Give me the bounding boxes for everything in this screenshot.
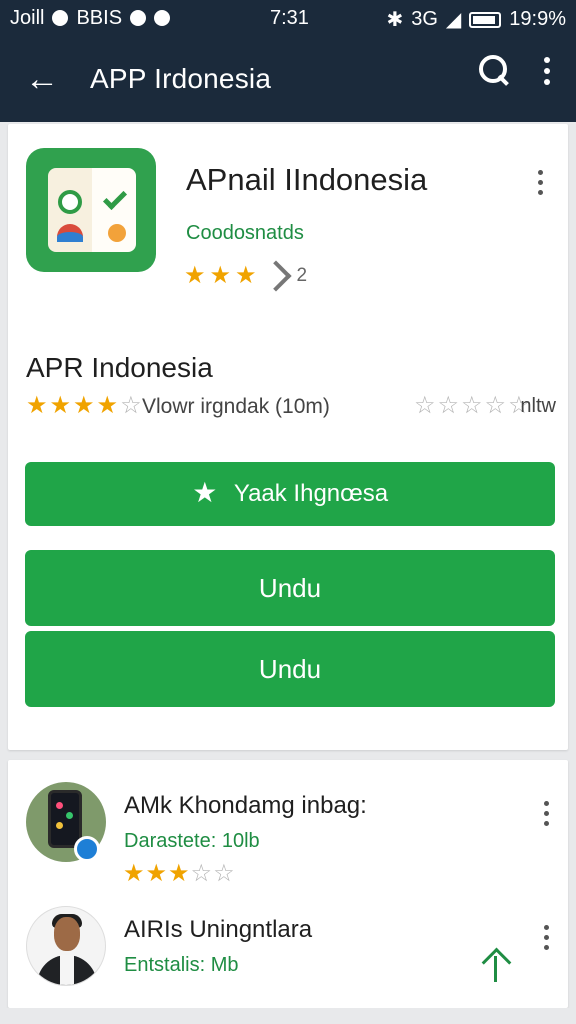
page-title: APP Irdonesia	[90, 63, 272, 94]
battery-icon	[469, 11, 502, 28]
more-vertical-icon[interactable]	[532, 50, 562, 92]
star-icon: ★	[26, 392, 48, 419]
star-outline-icon: ☆	[120, 392, 142, 419]
top-app-bar: ← APP Irdonesia	[0, 36, 576, 122]
rating-badge: 2	[296, 265, 308, 286]
person-avatar	[26, 906, 106, 986]
bluetooth-icon: ✱	[386, 9, 404, 31]
rate-button-label: Yaak Ihgnœsa	[233, 480, 389, 507]
share-icon[interactable]	[259, 260, 292, 292]
developer-name[interactable]: Coodosnatds	[186, 222, 304, 245]
status-bar: Joill BBIS 7:31 ✱ 3G ◢ 19:9%	[0, 0, 576, 36]
list-item[interactable]: AMk Khondamg inbag: Darastete: 10lb ★ ★ …	[8, 782, 568, 894]
star-outline-icon: ☆	[484, 392, 507, 419]
rating-summary: ★ ★ ★ ★ ☆ Vlowr irgndak (10m) ☆ ☆ ☆ ☆ ☆ …	[26, 394, 556, 424]
app-icon-orange-symbol	[108, 224, 126, 242]
sync-icon	[130, 10, 147, 26]
empty-rating: ☆ ☆ ☆ ☆ ☆	[414, 394, 530, 418]
related-apps-card: AMk Khondamg inbag: Darastete: 10lb ★ ★ …	[8, 760, 568, 1008]
star-icon: ★	[73, 392, 95, 419]
status-left-text: Joill	[10, 6, 45, 29]
list-item-more-icon[interactable]	[536, 796, 556, 830]
list-item[interactable]: AIRIs Uningntlara Entstalis: Mb	[8, 906, 568, 1018]
star-icon: ★	[184, 262, 206, 289]
star-icon: ★	[145, 860, 168, 887]
rating-side-label: nltw	[520, 395, 556, 417]
bottom-navigation-hint	[0, 1008, 576, 1024]
back-button[interactable]: ←	[12, 49, 72, 109]
card-more-icon[interactable]	[530, 164, 550, 200]
top-rating: ★ ★ ★ 2	[184, 260, 308, 292]
star-icon: ★	[192, 477, 218, 508]
app-bar-actions	[474, 50, 562, 92]
rate-button[interactable]: ★ Yaak Ihgnœsa	[25, 462, 555, 526]
download-button-label: Undu	[258, 572, 322, 603]
download-button-secondary[interactable]: Undu	[25, 631, 555, 707]
summary-text: Vlowr irgndak (10m)	[142, 395, 330, 418]
app-dot-icon	[56, 822, 63, 829]
star-outline-icon: ☆	[437, 392, 460, 419]
star-outline-icon: ☆	[461, 392, 483, 419]
notification-icon	[52, 10, 69, 26]
battery-level: 19:9%	[509, 8, 566, 30]
arrow-left-icon: ←	[25, 59, 59, 98]
section-title: APR Indonesia	[26, 352, 213, 383]
list-item-more-icon[interactable]	[536, 920, 556, 954]
star-icon: ★	[209, 262, 232, 289]
star-icon: ★	[168, 860, 190, 887]
app-dot-icon	[56, 802, 63, 809]
upload-icon[interactable]	[480, 946, 512, 984]
app-icon-green-symbol	[58, 190, 82, 214]
list-item-title: AMk Khondamg inbag:	[124, 792, 367, 819]
download-button-primary[interactable]: Undu	[25, 550, 555, 626]
list-item-subtitle: Entstalis: Mb	[124, 954, 239, 976]
search-icon[interactable]	[474, 50, 516, 92]
messages-icon	[154, 10, 171, 26]
shirt-shape	[60, 955, 74, 985]
star-outline-icon: ☆	[414, 392, 436, 419]
star-outline-icon: ☆	[213, 860, 235, 887]
star-icon: ★	[123, 860, 145, 887]
status-right: ✱ 3G ◢ 19:9%	[386, 7, 566, 32]
status-time: 7:31	[270, 7, 309, 29]
list-item-stars: ★ ★ ★ ☆ ☆	[123, 862, 235, 886]
download-button-label: Undu	[258, 653, 322, 684]
list-item-title: AIRIs Uningntlara	[124, 916, 313, 943]
app-icon	[26, 148, 156, 272]
signal-strength-icon: ◢	[445, 9, 462, 31]
star-icon: ★	[235, 262, 257, 289]
summary-stars: ★ ★ ★ ★ ☆	[26, 394, 142, 418]
network-type: 3G	[411, 8, 438, 30]
star-icon: ★	[96, 392, 119, 419]
verified-badge-icon	[74, 836, 100, 862]
status-left: Joill BBIS	[10, 6, 171, 30]
face-shape	[54, 917, 80, 951]
star-outline-icon: ☆	[190, 860, 213, 887]
app-name: APnail IIndonesia	[186, 162, 428, 197]
status-signal-text: BBIS	[76, 6, 123, 29]
app-details-card: APnail IIndonesia Coodosnatds ★ ★ ★ 2 AP…	[8, 124, 568, 750]
star-icon: ★	[49, 392, 72, 419]
list-item-subtitle: Darastete: 10lb	[124, 830, 260, 852]
app-dot-icon	[66, 812, 73, 819]
